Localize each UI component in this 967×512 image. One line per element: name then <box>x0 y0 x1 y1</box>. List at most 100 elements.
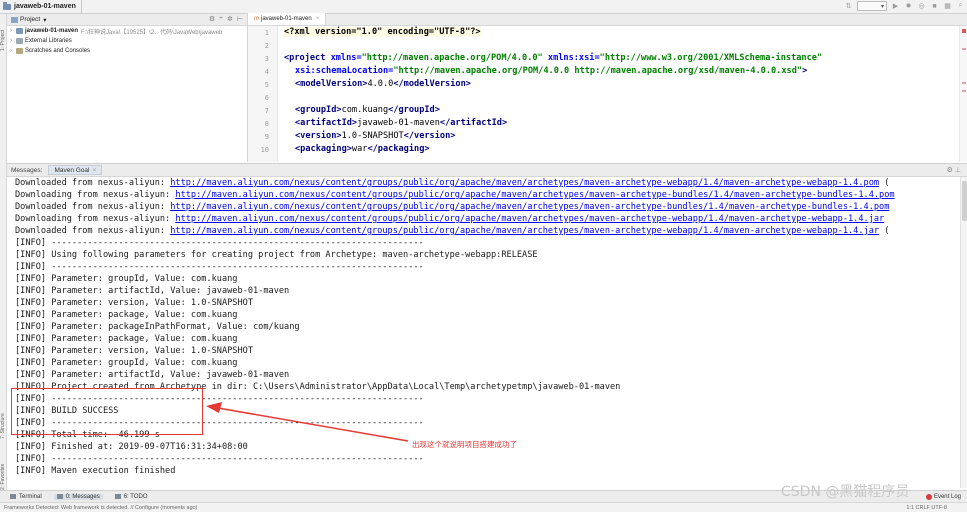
status-info[interactable]: 1:1 CRLF UTF-8 <box>906 505 947 511</box>
event-log-button[interactable]: Event Log <box>925 493 961 500</box>
coverage-icon[interactable]: ◎ <box>917 1 926 11</box>
code-tag: <version> <box>295 131 342 141</box>
event-log-label: Event Log <box>933 493 961 500</box>
collapse-icon[interactable]: ÷ <box>219 15 223 23</box>
gear-icon[interactable]: ✲ <box>227 15 233 23</box>
watermark: CSDN @黑猫程序员 <box>781 484 910 500</box>
xml-declaration: <?xml version="1.0" encoding="UTF-8"?> <box>284 27 481 37</box>
download-link[interactable]: http://maven.aliyun.com/nexus/content/gr… <box>170 202 889 212</box>
code-line-3: <project xmlns="http://maven.apache.org/… <box>284 53 822 63</box>
console-line: [INFO] Parameter: package, Value: com.ku… <box>15 334 238 344</box>
console-line: [INFO] Parameter: version, Value: 1.0-SN… <box>15 346 253 356</box>
maven-file-icon: m <box>254 16 259 22</box>
navigation-bar: javaweb-01-maven ⇅ ▾ ▶ ✹ ◎ ■ ▦ ⌕ <box>0 0 967 14</box>
code-tag: </groupId> <box>388 105 440 115</box>
tool-tab-structure[interactable]: 7: Structure <box>0 404 7 449</box>
error-mark[interactable] <box>962 90 966 92</box>
download-link[interactable]: http://maven.aliyun.com/nexus/content/gr… <box>175 214 884 224</box>
todo-icon <box>114 494 121 499</box>
line-number: 1 <box>264 29 269 37</box>
debug-icon[interactable]: ✹ <box>904 1 913 11</box>
tool-tab-project[interactable]: 1: Project <box>0 20 7 60</box>
scratches-icon <box>16 48 23 54</box>
download-link[interactable]: http://maven.aliyun.com/nexus/content/gr… <box>170 178 879 188</box>
search-icon[interactable]: ⌕ <box>956 1 965 11</box>
console-line: [INFO] ---------------------------------… <box>15 262 424 272</box>
error-mark[interactable] <box>962 82 966 84</box>
minimize-icon[interactable]: ⊥ <box>955 167 961 174</box>
close-icon[interactable]: × <box>92 167 96 174</box>
tree-item-path: F:\狂神说Java\【19525】\2、代码\JavaWeb\javaweb <box>81 29 223 36</box>
console-scrollbar[interactable] <box>960 177 967 488</box>
console-line: Downloading from nexus-aliyun: http://ma… <box>15 214 884 224</box>
tab-maven-goal[interactable]: Maven Goal × <box>48 165 103 175</box>
toolbar-right: ⇅ ▾ ▶ ✹ ◎ ■ ▦ ⌕ <box>844 1 965 11</box>
code-line-4: xsi:schemaLocation="http://maven.apache.… <box>295 66 807 76</box>
code-line-7: <groupId>com.kuang</groupId> <box>295 105 440 115</box>
run-configuration-select[interactable]: ▾ <box>857 1 887 11</box>
console-text: Downloading from nexus-aliyun: <box>15 190 176 200</box>
code-tag: <artifactId> <box>295 118 358 128</box>
code-editor: m javaweb-01-maven × 1 2 3 4 5 6 7 8 9 1… <box>248 13 967 162</box>
code-area[interactable]: <?xml version="1.0" encoding="UTF-8"?> <… <box>284 26 955 162</box>
status-message[interactable]: Frameworks Detected: Web framework is de… <box>4 505 197 511</box>
close-icon[interactable]: × <box>316 16 320 22</box>
tab-label: 6: TODO <box>123 493 148 500</box>
console-text: ( <box>879 178 890 188</box>
module-icon <box>16 28 23 34</box>
console-text: Downloaded from nexus-aliyun: <box>15 178 171 188</box>
console-line: [INFO] Parameter: artifactId, Value: jav… <box>15 370 290 380</box>
line-number-gutter: 1 2 3 4 5 6 7 8 9 10 <box>248 26 278 162</box>
code-attr: xsi:schemaLocation= <box>295 66 394 76</box>
console-line: [INFO] ---------------------------------… <box>15 238 424 248</box>
tab-todo[interactable]: 6: TODO <box>114 493 148 500</box>
messages-tools: ⚙ ⊥ <box>947 166 961 174</box>
line-number: 7 <box>264 107 269 115</box>
error-indicator-icon[interactable] <box>962 29 966 33</box>
tab-pom[interactable]: m javaweb-01-maven × <box>248 13 327 25</box>
tab-label: 0: Messages <box>65 493 100 500</box>
line-number: 8 <box>264 120 269 128</box>
console-line: [INFO] Parameter: groupId, Value: com.ku… <box>15 274 238 284</box>
code-line-8: <artifactId>javaweb-01-maven</artifactId… <box>295 118 507 128</box>
tree-item-project[interactable]: › javaweb-01-maven F:\狂神说Java\【19525】\2、… <box>7 26 247 36</box>
code-line-9: <version>1.0-SNAPSHOT</version> <box>295 131 455 141</box>
project-panel-header: Project ▾ ⚙ ÷ ✲ ⊢ <box>7 14 247 26</box>
console-line: Downloaded from nexus-aliyun: http://mav… <box>15 202 889 212</box>
chevron-down-icon[interactable]: ▾ <box>43 16 46 24</box>
code-line-10: <packaging>war</packaging> <box>295 144 430 154</box>
tab-messages[interactable]: 0: Messages <box>53 493 103 500</box>
download-link[interactable]: http://maven.aliyun.com/nexus/content/gr… <box>170 226 879 236</box>
scrollbar-thumb[interactable] <box>962 181 967 221</box>
code-value: "http://www.w3.org/2001/XMLSchema-instan… <box>599 53 823 63</box>
line-number: 9 <box>264 133 269 141</box>
stop-icon[interactable]: ■ <box>930 1 939 11</box>
console-line: [INFO] ---------------------------------… <box>15 454 424 464</box>
annotation-highlight-box <box>11 388 203 435</box>
tree-item-scratches[interactable]: › Scratches and Consoles <box>7 46 247 56</box>
code-tag: <project <box>284 53 331 63</box>
code-tag: <groupId> <box>295 105 342 115</box>
code-text: war <box>351 144 368 154</box>
annotation-note: 出现这个就说明项目搭建成功了 <box>412 440 517 449</box>
tree-item-label: javaweb-01-maven <box>25 28 79 34</box>
build-icon[interactable]: ⇅ <box>844 1 853 11</box>
tree-item-external-libraries[interactable]: › External Libraries <box>7 36 247 46</box>
run-icon[interactable]: ▶ <box>891 1 900 11</box>
hide-icon[interactable]: ⊢ <box>237 15 243 23</box>
code-text: com.kuang <box>341 105 389 115</box>
error-mark[interactable] <box>962 48 966 50</box>
tab-terminal[interactable]: Terminal <box>10 494 42 500</box>
code-attr: xmlns:xsi= <box>542 53 600 63</box>
project-view-select[interactable]: Project <box>20 16 40 23</box>
console-line: [INFO] Parameter: package, Value: com.ku… <box>15 310 238 320</box>
tab-label: javaweb-01-maven <box>261 16 312 22</box>
status-bar: Frameworks Detected: Web framework is de… <box>0 502 967 512</box>
breadcrumb-label: javaweb-01-maven <box>14 3 76 10</box>
gear-icon[interactable]: ⚙ <box>947 167 953 174</box>
download-link[interactable]: http://maven.aliyun.com/nexus/content/gr… <box>175 190 894 200</box>
error-stripe[interactable] <box>959 26 967 162</box>
project-structure-icon[interactable]: ▦ <box>943 1 952 11</box>
settings-icon[interactable]: ⚙ <box>209 15 215 23</box>
breadcrumb[interactable]: javaweb-01-maven <box>0 0 82 14</box>
